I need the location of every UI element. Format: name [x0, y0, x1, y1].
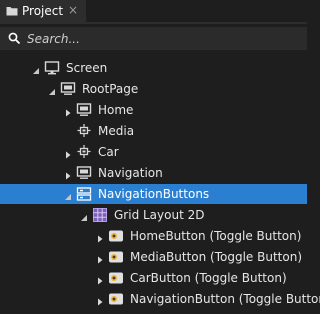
toggle-button-icon [108, 228, 124, 244]
page-icon [60, 81, 76, 97]
chevron-right-icon[interactable] [64, 169, 72, 180]
tab-divider [0, 22, 307, 24]
folder-icon [6, 5, 18, 17]
tree-node-label: MediaButton (Toggle Button) [130, 250, 303, 264]
tree-node[interactable]: CarButton (Toggle Button) [0, 268, 307, 288]
page-icon [76, 165, 92, 181]
tree-node[interactable]: RootPage [0, 79, 307, 99]
tree-node[interactable]: HomeButton (Toggle Button) [0, 226, 307, 246]
tree-node-label: Screen [66, 61, 108, 75]
tree-node-label: Grid Layout 2D [114, 208, 205, 222]
prefab-icon [76, 144, 92, 160]
grid-layout-icon [92, 207, 108, 223]
panel-tab-bar: Project × [0, 0, 307, 25]
tree-node[interactable]: MediaButton (Toggle Button) [0, 247, 307, 267]
chevron-right-icon[interactable] [96, 253, 104, 264]
tree-node-label: Navigation [98, 166, 163, 180]
tab-label: Project [22, 4, 64, 18]
search-icon [8, 32, 21, 45]
chevron-right-icon[interactable] [64, 148, 72, 159]
chevron-down-icon[interactable] [64, 190, 72, 200]
toggle-button-icon [108, 291, 124, 307]
toggle-button-icon [108, 249, 124, 265]
tree-node-label: NavigationButtons [98, 187, 210, 201]
close-icon[interactable]: × [66, 3, 80, 17]
tree-node-label: Car [98, 145, 119, 159]
toggle-button-icon [108, 270, 124, 286]
tree-node[interactable]: NavigationButtons [0, 184, 307, 204]
tree-node[interactable]: Car [0, 142, 307, 162]
tree-node-label: Home [98, 103, 134, 117]
tree-node[interactable]: NavigationButton (Toggle Button) [0, 289, 320, 309]
search-input[interactable] [27, 31, 287, 46]
tree-node[interactable]: Home [0, 100, 307, 120]
search-bar [0, 27, 307, 50]
prefab-icon [76, 123, 92, 139]
tree-node[interactable]: Screen [0, 58, 307, 78]
chevron-right-icon[interactable] [96, 274, 104, 285]
chevron-right-icon[interactable] [96, 295, 104, 306]
tree-node[interactable]: Media [0, 121, 307, 141]
tree-node-label: Media [98, 124, 135, 138]
tree-node[interactable]: Navigation [0, 163, 307, 183]
project-tab[interactable]: Project × [0, 0, 86, 22]
chevron-right-icon[interactable] [64, 106, 72, 117]
monitor-icon [44, 60, 60, 76]
chevron-down-icon[interactable] [48, 85, 56, 95]
chevron-down-icon[interactable] [80, 211, 88, 221]
tree-node-label: NavigationButton (Toggle Button) [130, 292, 320, 306]
tree-node-label: HomeButton (Toggle Button) [130, 229, 302, 243]
chevron-right-icon[interactable] [96, 232, 104, 243]
tree-node-label: CarButton (Toggle Button) [130, 271, 287, 285]
tree-node[interactable]: Grid Layout 2D [0, 205, 307, 225]
tree-node-label: RootPage [82, 82, 139, 96]
chevron-down-icon[interactable] [32, 64, 40, 74]
page-icon [76, 102, 92, 118]
prefab-instance-icon [76, 186, 92, 202]
